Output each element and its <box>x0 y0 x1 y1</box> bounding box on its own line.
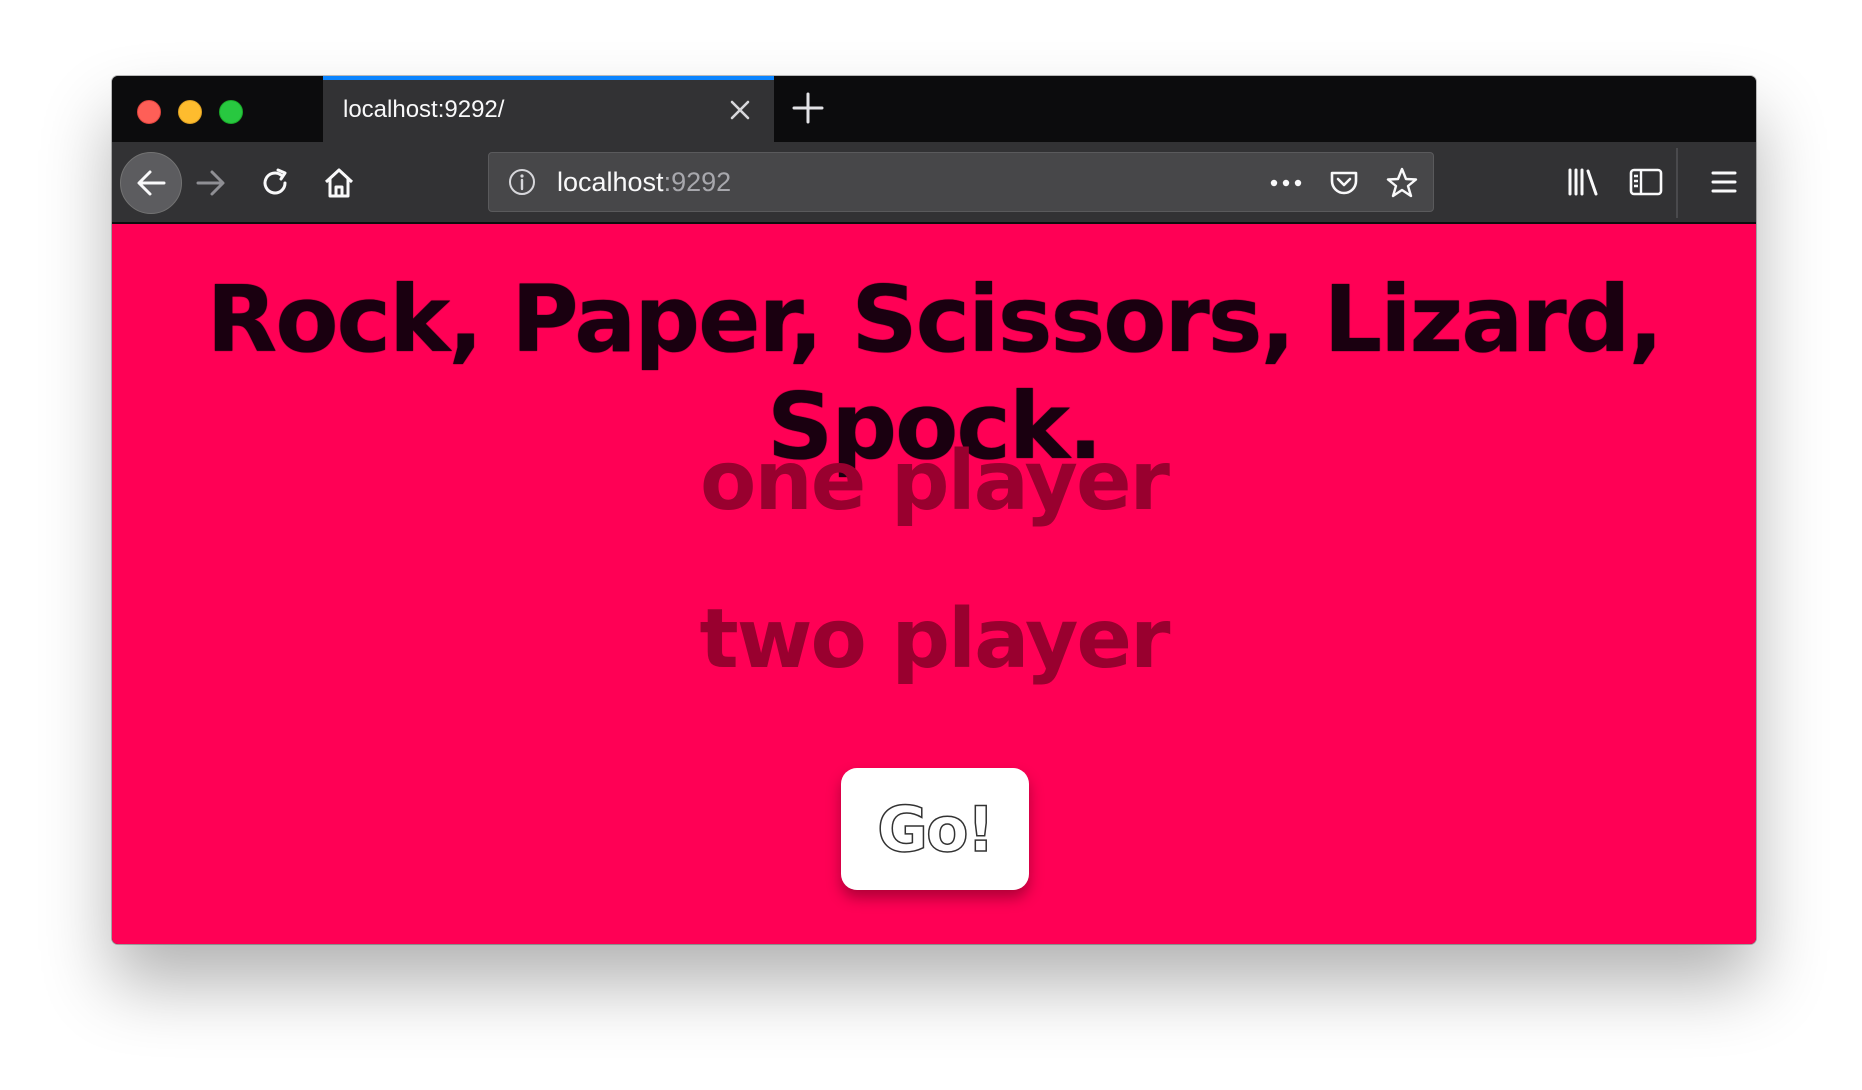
toolbar-separator <box>1676 148 1678 218</box>
page-content: Rock, Paper, Scissors, Lizard, Spock. on… <box>112 224 1756 944</box>
url-port: :9292 <box>663 167 732 197</box>
home-button[interactable] <box>308 152 370 214</box>
info-icon[interactable] <box>507 167 537 197</box>
close-window-button[interactable] <box>137 100 161 124</box>
go-button[interactable]: Go! <box>841 768 1029 890</box>
tab-title: localhost:9292/ <box>343 96 505 123</box>
tab-active[interactable]: localhost:9292/ <box>323 76 774 142</box>
plus-icon[interactable] <box>788 88 828 128</box>
back-button[interactable] <box>120 152 182 214</box>
url-actions <box>1267 161 1421 205</box>
star-icon[interactable] <box>1383 164 1421 202</box>
zoom-window-button[interactable] <box>219 100 243 124</box>
forward-button[interactable] <box>180 152 242 214</box>
pocket-icon[interactable] <box>1325 164 1363 202</box>
url-text[interactable]: localhost:9292 <box>557 167 731 198</box>
hamburger-menu-icon[interactable] <box>1704 162 1744 202</box>
home-icon <box>324 168 354 198</box>
tab-strip: localhost:9292/ <box>112 76 1756 142</box>
more-icon[interactable] <box>1267 164 1305 202</box>
close-icon[interactable] <box>724 94 756 126</box>
go-button-label: Go! <box>876 792 995 867</box>
library-icon[interactable] <box>1564 162 1604 202</box>
url-bar[interactable]: localhost:9292 <box>488 152 1434 212</box>
two-player-option[interactable]: two player <box>112 592 1756 687</box>
browser-window: localhost:9292/ localhost:9292 Rock, Pap… <box>112 76 1756 944</box>
minimize-window-button[interactable] <box>178 100 202 124</box>
reload-button[interactable] <box>244 152 306 214</box>
arrow-left-icon <box>137 170 166 196</box>
reload-icon <box>263 168 287 195</box>
one-player-option[interactable]: one player <box>112 434 1756 529</box>
url-host: localhost <box>557 167 664 197</box>
arrow-right-icon <box>196 170 225 196</box>
navigation-toolbar: localhost:9292 <box>112 142 1756 224</box>
sidebar-icon[interactable] <box>1626 162 1666 202</box>
